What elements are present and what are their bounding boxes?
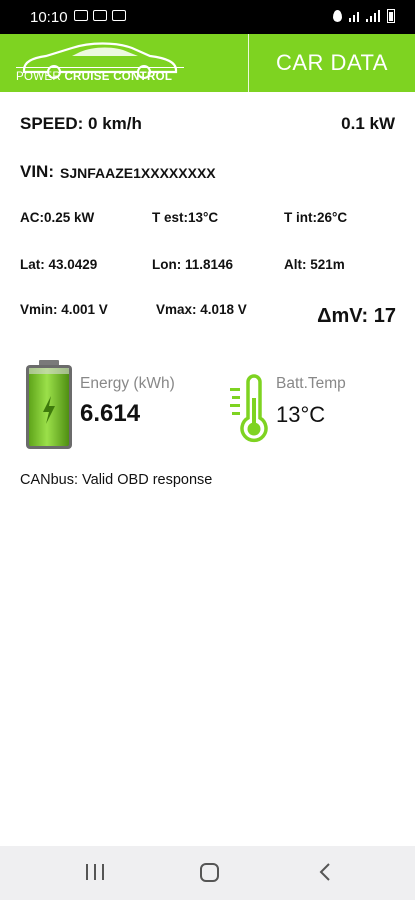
power-readout: 0.1 kW — [341, 114, 395, 133]
wifi-icon — [349, 10, 359, 22]
back-icon[interactable] — [318, 862, 332, 882]
cell-voltage-delta: ΔmV: 17 — [317, 305, 396, 327]
cell-voltage-min: Vmin: 4.001 V — [20, 302, 108, 317]
altitude: Alt: 521m — [284, 257, 345, 272]
app-icon — [112, 10, 126, 21]
vin-label: VIN: — [20, 162, 54, 181]
energy-value: 6.614 — [80, 400, 141, 427]
battery-status-icon — [387, 9, 395, 23]
signal-icon — [366, 10, 380, 22]
logo-underline — [16, 67, 184, 68]
location-icon — [333, 10, 342, 22]
latitude: Lat: 43.0429 — [20, 257, 98, 272]
status-time: 10:10 — [30, 9, 68, 26]
image-icon — [93, 10, 107, 21]
home-icon[interactable] — [200, 863, 219, 882]
ac-power: AC:0.25 kW — [20, 210, 95, 225]
speed-readout: SPEED: 0 km/h — [20, 114, 142, 133]
notification-icon — [74, 10, 88, 21]
internal-temp: T int:26°C — [284, 210, 348, 225]
brand-name: POWER CRUISE CONTROL — [16, 71, 172, 83]
external-temp: T est:13°C — [152, 210, 219, 225]
brand-bold: CRUISE CONTROL — [64, 71, 173, 83]
notification-icons — [74, 10, 126, 21]
brand-regular: POWER — [16, 71, 65, 83]
status-bar: 10:10 — [0, 0, 415, 34]
vin-value: SJNFAAZE1XXXXXXXX — [60, 165, 216, 181]
thermometer-icon — [230, 374, 268, 443]
recent-apps-icon[interactable] — [86, 864, 104, 882]
longitude: Lon: 11.8146 — [152, 257, 234, 272]
battery-temp-value: 13°C — [276, 402, 326, 427]
energy-label: Energy (kWh) — [80, 375, 175, 392]
system-icons — [333, 9, 395, 23]
battery-charging-icon — [26, 360, 72, 449]
car-data-button[interactable]: CAR DATA — [249, 34, 415, 92]
canbus-status: CANbus: Valid OBD response — [20, 472, 213, 488]
battery-temp-label: Batt.Temp — [276, 375, 346, 392]
navigation-bar — [0, 846, 415, 900]
cell-voltage-max: Vmax: 4.018 V — [156, 302, 247, 317]
